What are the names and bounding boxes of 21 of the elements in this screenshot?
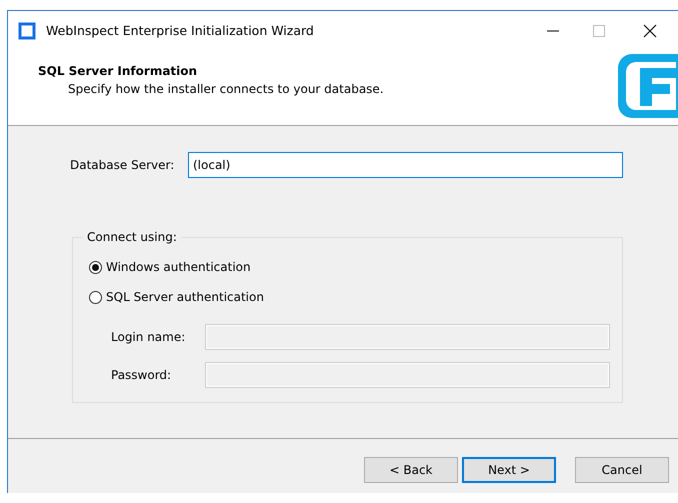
option-label: Windows authentication	[106, 260, 251, 274]
server-field[interactable]: (local)	[188, 152, 623, 178]
wizard-button[interactable]: Next >	[462, 457, 556, 483]
group-legend: Connect using:	[83, 230, 181, 244]
page-title: SQL Server Information	[38, 64, 198, 78]
minimize-icon	[547, 30, 559, 32]
wizard-button[interactable]: < Back	[364, 457, 458, 483]
window-title: WebInspect Enterprise Initialization Wizard	[46, 23, 315, 38]
maximize-icon	[592, 24, 606, 38]
field-label: Login name:	[111, 330, 186, 344]
field-label: Password:	[111, 368, 172, 382]
wizard-button[interactable]: Cancel	[575, 457, 669, 483]
app-icon	[18, 22, 36, 40]
close-icon	[643, 24, 657, 38]
option-label: SQL Server authentication	[106, 290, 264, 304]
radio-icon[interactable]	[89, 290, 102, 304]
radio-option[interactable]: Windows authentication	[89, 252, 610, 282]
radio-option[interactable]: SQL Server authentication	[89, 282, 610, 312]
page-subtitle: Specify how the installer connects to your database.	[67, 81, 385, 96]
radio-icon[interactable]	[89, 260, 102, 274]
server-label: Database Server:	[70, 158, 176, 172]
